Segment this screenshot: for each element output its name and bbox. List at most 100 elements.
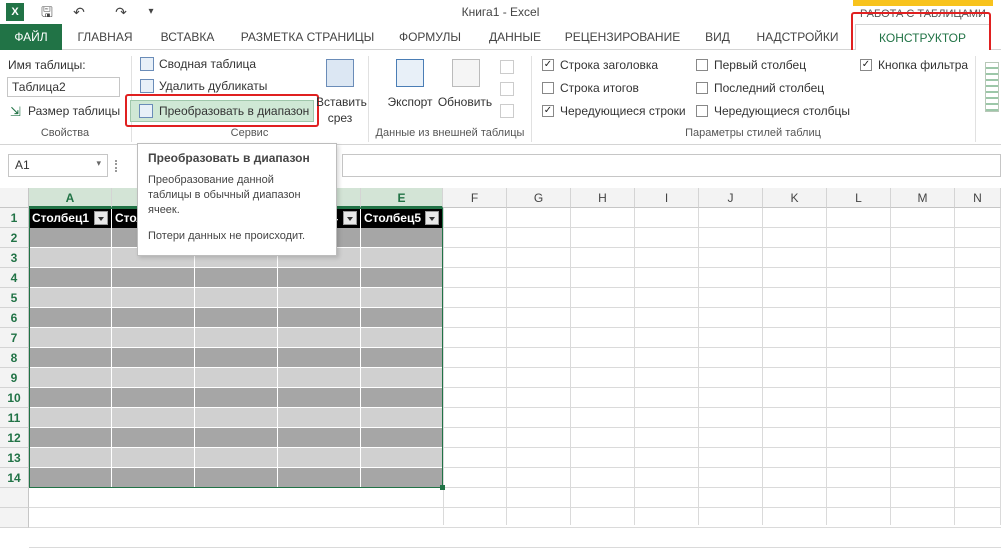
export-icon (396, 59, 424, 87)
formula-bar-splitter[interactable] (115, 160, 119, 172)
banded-columns-label: Чередующиеся столбцы (714, 104, 850, 118)
filter-button-label: Кнопка фильтра (878, 58, 969, 72)
gridline-horizontal (29, 527, 1001, 528)
name-box-dropdown-icon[interactable]: ▾ (96, 158, 101, 169)
column-header-n[interactable]: N (955, 188, 1001, 208)
slicer-label-2: срез (327, 111, 353, 125)
header-row-checkbox[interactable]: ✓ (542, 59, 554, 71)
group-label-external: Данные из внешней таблицы (375, 127, 525, 139)
row-header-12[interactable]: 12 (0, 428, 29, 448)
row-header-4[interactable]: 4 (0, 268, 29, 288)
export-label: Экспорт (387, 95, 433, 109)
properties-icon[interactable] (500, 60, 514, 74)
slicer-icon (326, 59, 354, 87)
row-header-7[interactable]: 7 (0, 328, 29, 348)
row-header-6[interactable]: 6 (0, 308, 29, 328)
slicer-label-1: Вставить (316, 95, 367, 109)
group-separator (975, 56, 976, 142)
first-column-checkbox[interactable] (696, 59, 708, 71)
unlink-icon[interactable] (500, 104, 514, 118)
tab-home[interactable]: ГЛАВНАЯ (70, 24, 140, 50)
column-header-m[interactable]: M (891, 188, 955, 208)
tooltip-body: Преобразование данной таблицы в обычный … (148, 174, 301, 216)
column-header-f[interactable]: F (443, 188, 507, 208)
group-label-service: Сервис (230, 127, 269, 139)
gridline-vertical (826, 208, 827, 525)
row-header-8[interactable]: 8 (0, 348, 29, 368)
formula-input[interactable] (342, 154, 1001, 177)
table-styles-gallery[interactable] (985, 62, 999, 112)
total-row-label: Строка итогов (560, 81, 639, 95)
tooltip-title: Преобразовать в диапазон (148, 151, 310, 165)
gridline-vertical (634, 208, 635, 525)
column-header-l[interactable]: L (827, 188, 891, 208)
pivot-summarize-button[interactable]: Сводная таблица (139, 56, 279, 74)
column-header-a[interactable]: A (29, 188, 112, 208)
group-label-properties: Свойства (40, 127, 90, 139)
tab-view[interactable]: ВИД (695, 24, 740, 50)
refresh-label: Обновить (437, 95, 493, 109)
column-header-h[interactable]: H (571, 188, 635, 208)
remove-duplicates-icon (140, 79, 154, 93)
first-column-label: Первый столбец (714, 58, 807, 72)
pivot-table-icon (140, 57, 154, 71)
convert-range-tooltip: Преобразовать в диапазон Преобразование … (137, 143, 337, 256)
row-header-1[interactable]: 1 (0, 208, 29, 228)
gridline-horizontal (29, 507, 1001, 508)
filter-button-checkbox[interactable]: ✓ (860, 59, 872, 71)
gridline-vertical (443, 208, 444, 525)
row-header-empty[interactable] (0, 488, 29, 508)
row-header-11[interactable]: 11 (0, 408, 29, 428)
row-header-2[interactable]: 2 (0, 228, 29, 248)
tab-insert[interactable]: ВСТАВКА (150, 24, 225, 50)
banded-rows-label: Чередующиеся строки (560, 104, 686, 118)
resize-table-button[interactable]: ⇲ Размер таблицы (8, 103, 128, 121)
table-name-value: Таблица2 (12, 80, 66, 94)
row-header-9[interactable]: 9 (0, 368, 29, 388)
tooltip-note: Потери данных не происходит. (148, 230, 306, 242)
row-header-3[interactable]: 3 (0, 248, 29, 268)
fill-handle[interactable] (440, 485, 445, 490)
gridline-vertical (570, 208, 571, 525)
gridline-vertical (762, 208, 763, 525)
last-column-checkbox[interactable] (696, 82, 708, 94)
resize-table-icon: ⇲ (10, 104, 21, 119)
group-separator (531, 56, 532, 142)
ribbon: Имя таблицы: Таблица2 ⇲ Размер таблицы С… (0, 50, 1001, 145)
pivot-label: Сводная таблица (159, 57, 257, 71)
name-box[interactable]: A1 ▾ (8, 154, 108, 177)
export-button[interactable]: Экспорт (384, 55, 436, 123)
row-header-10[interactable]: 10 (0, 388, 29, 408)
column-header-g[interactable]: G (507, 188, 571, 208)
row-header-empty[interactable] (0, 508, 29, 528)
tab-file[interactable]: ФАЙЛ (0, 24, 62, 50)
banded-columns-checkbox[interactable] (696, 105, 708, 117)
remove-dup-label: Удалить дубликаты (159, 79, 268, 93)
tab-formulas[interactable]: ФОРМУЛЫ (390, 24, 470, 50)
table-name-label: Имя таблицы: (8, 58, 86, 72)
select-all-corner[interactable] (0, 188, 29, 208)
last-column-label: Последний столбец (714, 81, 825, 95)
gridline-vertical (698, 208, 699, 525)
refresh-button[interactable]: Обновить (436, 55, 494, 123)
tab-review[interactable]: РЕЦЕНЗИРОВАНИЕ (560, 24, 685, 50)
row-header-13[interactable]: 13 (0, 448, 29, 468)
tab-data[interactable]: ДАННЫЕ (480, 24, 550, 50)
column-header-k[interactable]: K (763, 188, 827, 208)
banded-rows-checkbox[interactable]: ✓ (542, 105, 554, 117)
gridline-vertical (890, 208, 891, 525)
insert-slicer-button[interactable]: Вставить срез (316, 55, 367, 125)
tab-page-layout[interactable]: РАЗМЕТКА СТРАНИЦЫ (235, 24, 380, 50)
gridline-vertical (954, 208, 955, 525)
column-header-i[interactable]: I (635, 188, 699, 208)
refresh-icon (452, 59, 480, 87)
row-header-14[interactable]: 14 (0, 468, 29, 488)
tab-addins[interactable]: НАДСТРОЙКИ (750, 24, 845, 50)
open-in-browser-icon[interactable] (500, 82, 514, 96)
table-name-input[interactable]: Таблица2 (7, 77, 120, 97)
row-header-5[interactable]: 5 (0, 288, 29, 308)
column-header-j[interactable]: J (699, 188, 763, 208)
column-header-e[interactable]: E (361, 188, 443, 208)
header-row-label: Строка заголовка (560, 58, 659, 72)
total-row-checkbox[interactable] (542, 82, 554, 94)
